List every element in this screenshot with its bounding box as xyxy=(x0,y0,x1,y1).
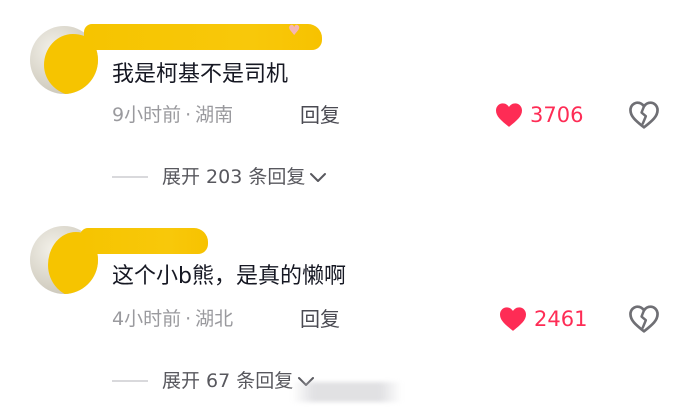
like-button[interactable]: 2461 xyxy=(498,306,587,332)
heart-filled-icon xyxy=(496,103,522,127)
reply-button[interactable]: 回复 xyxy=(300,306,340,332)
broken-heart-icon[interactable] xyxy=(628,100,660,130)
chevron-down-icon xyxy=(310,173,327,182)
comment-time: 4小时前 xyxy=(112,308,182,330)
comment-meta: 4小时前 · 湖北 xyxy=(112,306,233,332)
comment-location: 湖北 xyxy=(195,308,234,330)
expand-replies-button[interactable]: 展开 203 条回复 xyxy=(112,164,327,190)
meta-separator: · xyxy=(185,308,192,330)
blurred-watermark xyxy=(292,382,402,402)
like-button[interactable]: 3706 xyxy=(494,102,583,128)
like-count: 2461 xyxy=(534,307,588,331)
comment-text: 这个小b熊，是真的懒啊 xyxy=(112,264,346,289)
reply-button[interactable]: 回复 xyxy=(300,102,340,128)
like-count: 3706 xyxy=(530,103,584,127)
comment-time: 9小时前 xyxy=(112,104,182,126)
comment-item: ♥ 我是柯基不是司机 9小时前 · 湖南 回复 3706 展开 203 条回复 xyxy=(0,0,690,200)
username-redaction xyxy=(80,228,208,254)
heart-filled-icon xyxy=(500,307,526,331)
expand-divider xyxy=(112,380,148,382)
meta-separator: · xyxy=(185,104,192,126)
small-heart-icon: ♥ xyxy=(288,23,301,39)
expand-replies-label: 展开 203 条回复 xyxy=(162,166,306,188)
username-redaction xyxy=(84,24,322,50)
expand-divider xyxy=(112,176,148,178)
comment-item: 这个小b熊，是真的懒啊 4小时前 · 湖北 回复 2461 展开 67 条回复 xyxy=(0,200,690,412)
comment-text: 我是柯基不是司机 xyxy=(112,62,289,87)
expand-replies-button[interactable]: 展开 67 条回复 xyxy=(112,368,315,394)
expand-replies-label: 展开 67 条回复 xyxy=(162,370,294,392)
comment-meta: 9小时前 · 湖南 xyxy=(112,102,233,128)
broken-heart-icon[interactable] xyxy=(628,304,660,334)
comment-location: 湖南 xyxy=(195,104,234,126)
